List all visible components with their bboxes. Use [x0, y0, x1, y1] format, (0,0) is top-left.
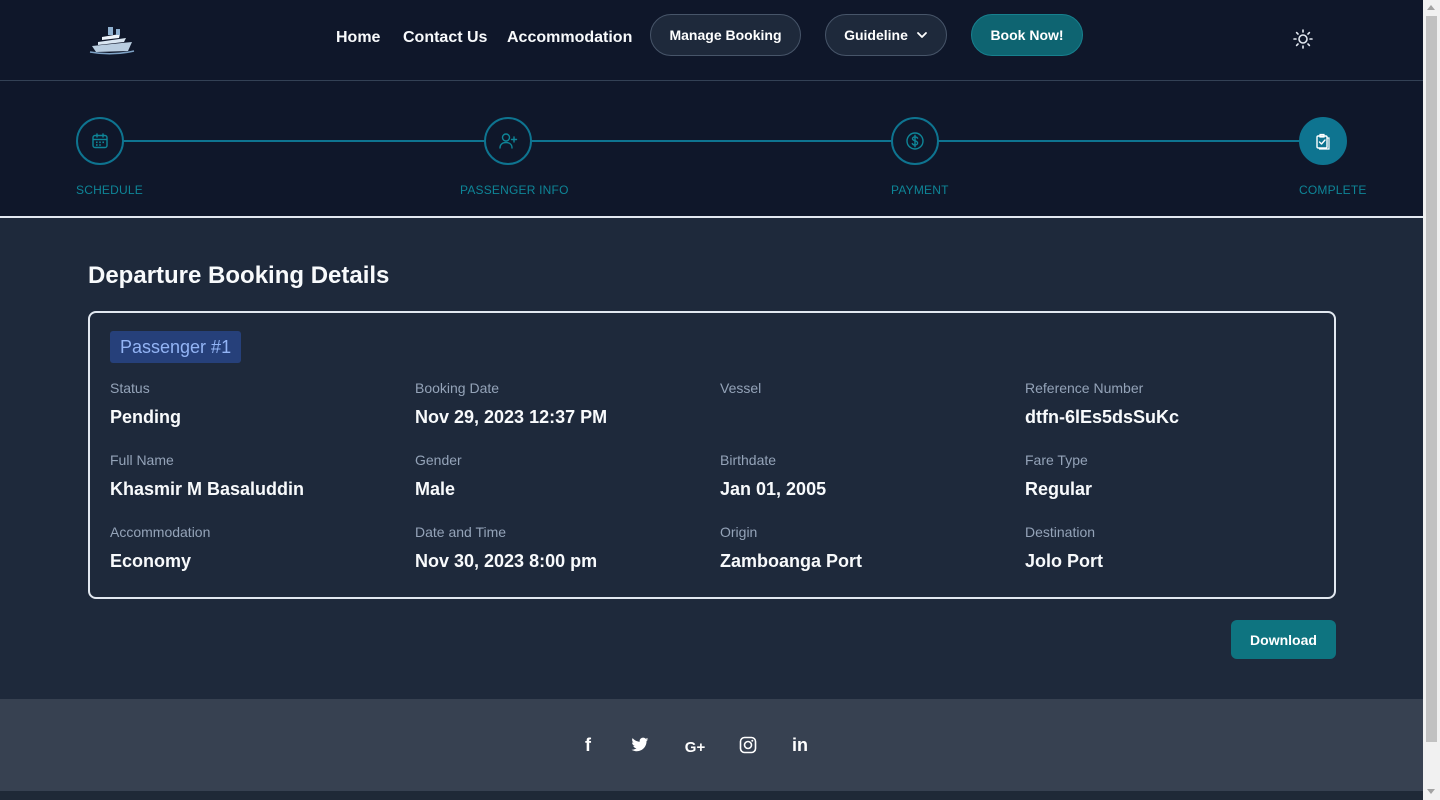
step-complete — [1299, 117, 1347, 165]
field-value: Male — [415, 479, 456, 499]
sun-icon[interactable] — [1292, 28, 1314, 50]
field-destination: Destination Jolo Port — [1025, 523, 1315, 572]
field-birthdate: Birthdate Jan 01, 2005 — [720, 451, 1010, 500]
scroll-up-arrow-icon[interactable] — [1427, 5, 1435, 10]
field-label: Vessel — [720, 380, 762, 396]
instagram-glyph-icon — [739, 736, 757, 754]
field-value: Regular — [1025, 479, 1093, 499]
twitter-icon[interactable] — [629, 734, 651, 756]
field-origin: Origin Zamboanga Port — [720, 523, 1010, 572]
field-label: Accommodation — [110, 524, 211, 540]
field-label: Status — [110, 380, 150, 396]
chevron-down-icon — [916, 32, 927, 38]
field-label: Booking Date — [415, 380, 500, 396]
field-value: Nov 30, 2023 8:00 pm — [415, 551, 598, 571]
field-label: Destination — [1025, 524, 1096, 540]
booking-stepper: SCHEDULE PASSENGER INFO PAYMENT COMPLETE — [0, 81, 1423, 218]
calendar-icon — [92, 133, 108, 149]
guideline-label: Guideline — [844, 27, 908, 43]
footer: f G+ in — [0, 699, 1423, 791]
user-plus-icon — [499, 133, 518, 149]
field-value: Nov 29, 2023 12:37 PM — [415, 407, 608, 427]
footer-bottom-bar — [0, 791, 1423, 800]
twitter-glyph-icon — [631, 737, 649, 752]
page-title: Departure Booking Details — [88, 262, 390, 289]
download-label: Download — [1250, 631, 1317, 648]
step-label-passenger-info: PASSENGER INFO — [460, 183, 569, 197]
field-label: Birthdate — [720, 452, 777, 468]
field-value: Pending — [110, 407, 181, 427]
linkedin-glyph: in — [792, 734, 808, 755]
facebook-icon[interactable]: f — [577, 734, 599, 756]
field-value: Jan 01, 2005 — [720, 479, 827, 499]
facebook-glyph: f — [585, 734, 591, 755]
scroll-down-arrow-icon[interactable] — [1427, 789, 1435, 794]
field-label: Fare Type — [1025, 452, 1088, 468]
field-fare-type: Fare Type Regular — [1025, 451, 1315, 500]
field-full-name: Full Name Khasmir M Basaluddin — [110, 451, 400, 500]
field-reference-number: Reference Number dtfn-6lEs5dsSuKc — [1025, 379, 1315, 428]
field-booking-date: Booking Date Nov 29, 2023 12:37 PM — [415, 379, 705, 428]
field-value: Economy — [110, 551, 192, 571]
stepper-progress-line — [100, 140, 1322, 142]
scrollbar-thumb[interactable] — [1426, 16, 1437, 742]
passenger-badge-label: Passenger #1 — [120, 336, 232, 357]
instagram-icon[interactable] — [737, 734, 759, 756]
step-label-schedule: SCHEDULE — [76, 183, 143, 197]
linkedin-icon[interactable]: in — [789, 734, 811, 756]
step-schedule — [76, 117, 124, 165]
step-payment — [891, 117, 939, 165]
guideline-dropdown-button[interactable]: Guideline — [825, 14, 947, 56]
step-label-complete: COMPLETE — [1299, 183, 1367, 197]
field-label: Reference Number — [1025, 380, 1144, 396]
page: Home Contact Us Accommodation Manage Boo… — [0, 0, 1423, 800]
field-label: Gender — [415, 452, 462, 468]
booking-details-card: Passenger #1 Status Pending Booking Date… — [88, 311, 1336, 599]
step-passenger-info — [484, 117, 532, 165]
manage-booking-label: Manage Booking — [669, 27, 782, 43]
google-plus-icon[interactable]: G+ — [682, 734, 708, 756]
field-value: dtfn-6lEs5dsSuKc — [1025, 407, 1180, 427]
nav-contact-link[interactable]: Contact Us — [403, 28, 487, 48]
step-label-payment: PAYMENT — [891, 183, 949, 197]
field-value: Khasmir M Basaluddin — [110, 479, 305, 499]
field-value: Zamboanga Port — [720, 551, 863, 571]
field-date-time: Date and Time Nov 30, 2023 8:00 pm — [415, 523, 705, 572]
field-accommodation: Accommodation Economy — [110, 523, 400, 572]
dollar-icon — [906, 132, 924, 150]
nav-home-link[interactable]: Home — [336, 28, 380, 48]
passenger-badge: Passenger #1 — [110, 331, 242, 363]
navbar: Home Contact Us Accommodation Manage Boo… — [0, 0, 1423, 81]
ship-logo-icon[interactable] — [86, 20, 138, 56]
field-label: Full Name — [110, 452, 174, 468]
field-vessel: Vessel — [720, 379, 1010, 406]
download-button[interactable]: Download — [1231, 620, 1336, 659]
field-label: Date and Time — [415, 524, 507, 540]
field-status: Status Pending — [110, 379, 400, 428]
google-plus-glyph: G+ — [684, 738, 706, 756]
nav-accommodation-link[interactable]: Accommodation — [507, 28, 632, 48]
clipboard-check-icon — [1316, 133, 1330, 150]
field-gender: Gender Male — [415, 451, 705, 500]
field-label: Origin — [720, 524, 758, 540]
manage-booking-button[interactable]: Manage Booking — [650, 14, 801, 56]
book-now-button[interactable]: Book Now! — [971, 14, 1083, 56]
book-now-label: Book Now! — [990, 27, 1064, 43]
field-value: Jolo Port — [1025, 551, 1104, 571]
